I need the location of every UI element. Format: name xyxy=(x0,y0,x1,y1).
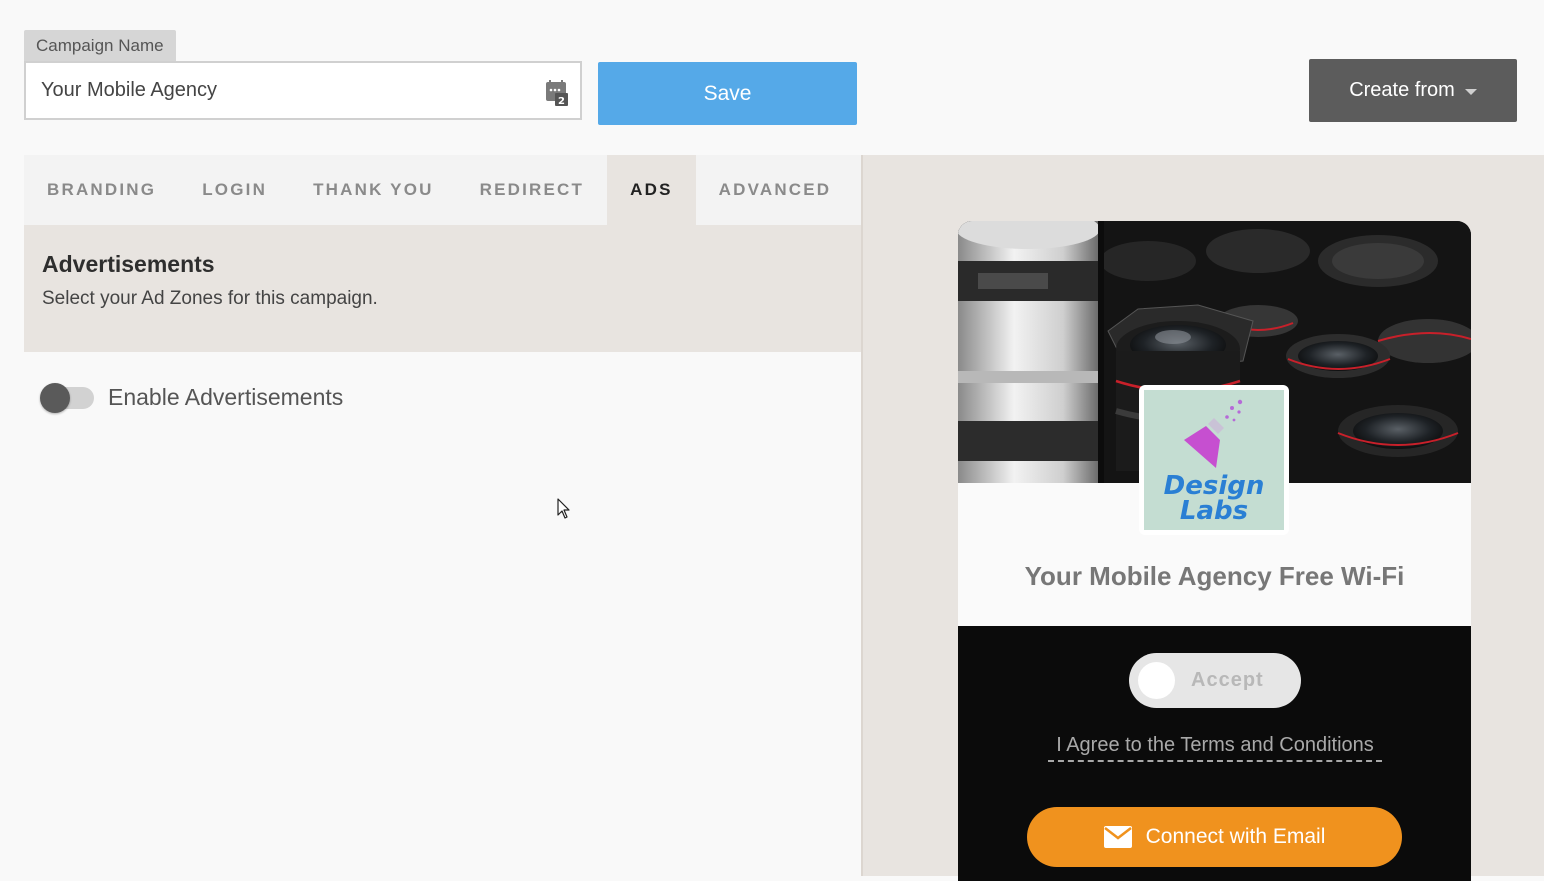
logo-text-line2: Labs xyxy=(1179,496,1249,526)
tab-branding[interactable]: BRANDING xyxy=(24,155,179,225)
terms-link[interactable]: I Agree to the Terms and Conditions xyxy=(1048,734,1382,762)
preview-login-area: Accept I Agree to the Terms and Conditio… xyxy=(958,626,1471,881)
create-from-label: Create from xyxy=(1349,79,1455,101)
tab-thank-you[interactable]: THANK YOU xyxy=(290,155,457,225)
accept-toggle[interactable]: Accept xyxy=(1129,653,1301,708)
enable-ads-row: Enable Advertisements xyxy=(40,382,344,413)
envelope-icon xyxy=(1103,826,1132,848)
section-header: Advertisements Select your Ad Zones for … xyxy=(24,225,861,352)
section-description: Select your Ad Zones for this campaign. xyxy=(42,288,378,309)
accept-toggle-knob xyxy=(1138,662,1175,699)
preview-title: Your Mobile Agency Free Wi-Fi xyxy=(1024,561,1405,591)
tab-ads[interactable]: ADS xyxy=(607,155,696,225)
section-title: Advertisements xyxy=(42,251,215,277)
enable-ads-label: Enable Advertisements xyxy=(108,384,344,410)
caret-down-icon xyxy=(1464,88,1477,95)
flask-icon xyxy=(1184,399,1243,468)
create-from-button[interactable]: Create from xyxy=(1309,59,1517,122)
tab-advanced[interactable]: ADVANCED xyxy=(696,155,855,225)
accept-label: Accept xyxy=(1191,669,1264,691)
connect-email-label: Connect with Email xyxy=(1145,825,1326,848)
phone-preview: Design Labs Your Mobile Agency Free Wi-F… xyxy=(958,221,1471,881)
save-button[interactable]: Save xyxy=(598,62,857,125)
tab-bar: BRANDING LOGIN THANK YOU REDIRECT ADS AD… xyxy=(24,155,861,225)
connect-email-button[interactable]: Connect with Email xyxy=(1027,807,1402,867)
logo-inner: Design Labs xyxy=(1144,390,1284,530)
tab-login[interactable]: LOGIN xyxy=(179,155,290,225)
preview-panel: Design Labs Your Mobile Agency Free Wi-F… xyxy=(861,155,1544,881)
campaign-name-field-wrapper: 2 xyxy=(24,61,582,120)
brand-logo: Design Labs xyxy=(1139,385,1289,535)
campaign-name-input[interactable] xyxy=(26,63,526,118)
toggle-knob xyxy=(40,382,70,413)
tab-redirect[interactable]: REDIRECT xyxy=(457,155,608,225)
number-picker-icon[interactable]: 2 xyxy=(545,80,569,107)
svg-text:2: 2 xyxy=(558,96,565,106)
enable-ads-toggle[interactable] xyxy=(40,382,94,413)
campaign-name-label: Campaign Name xyxy=(24,30,176,61)
mouse-cursor-icon xyxy=(557,498,570,519)
